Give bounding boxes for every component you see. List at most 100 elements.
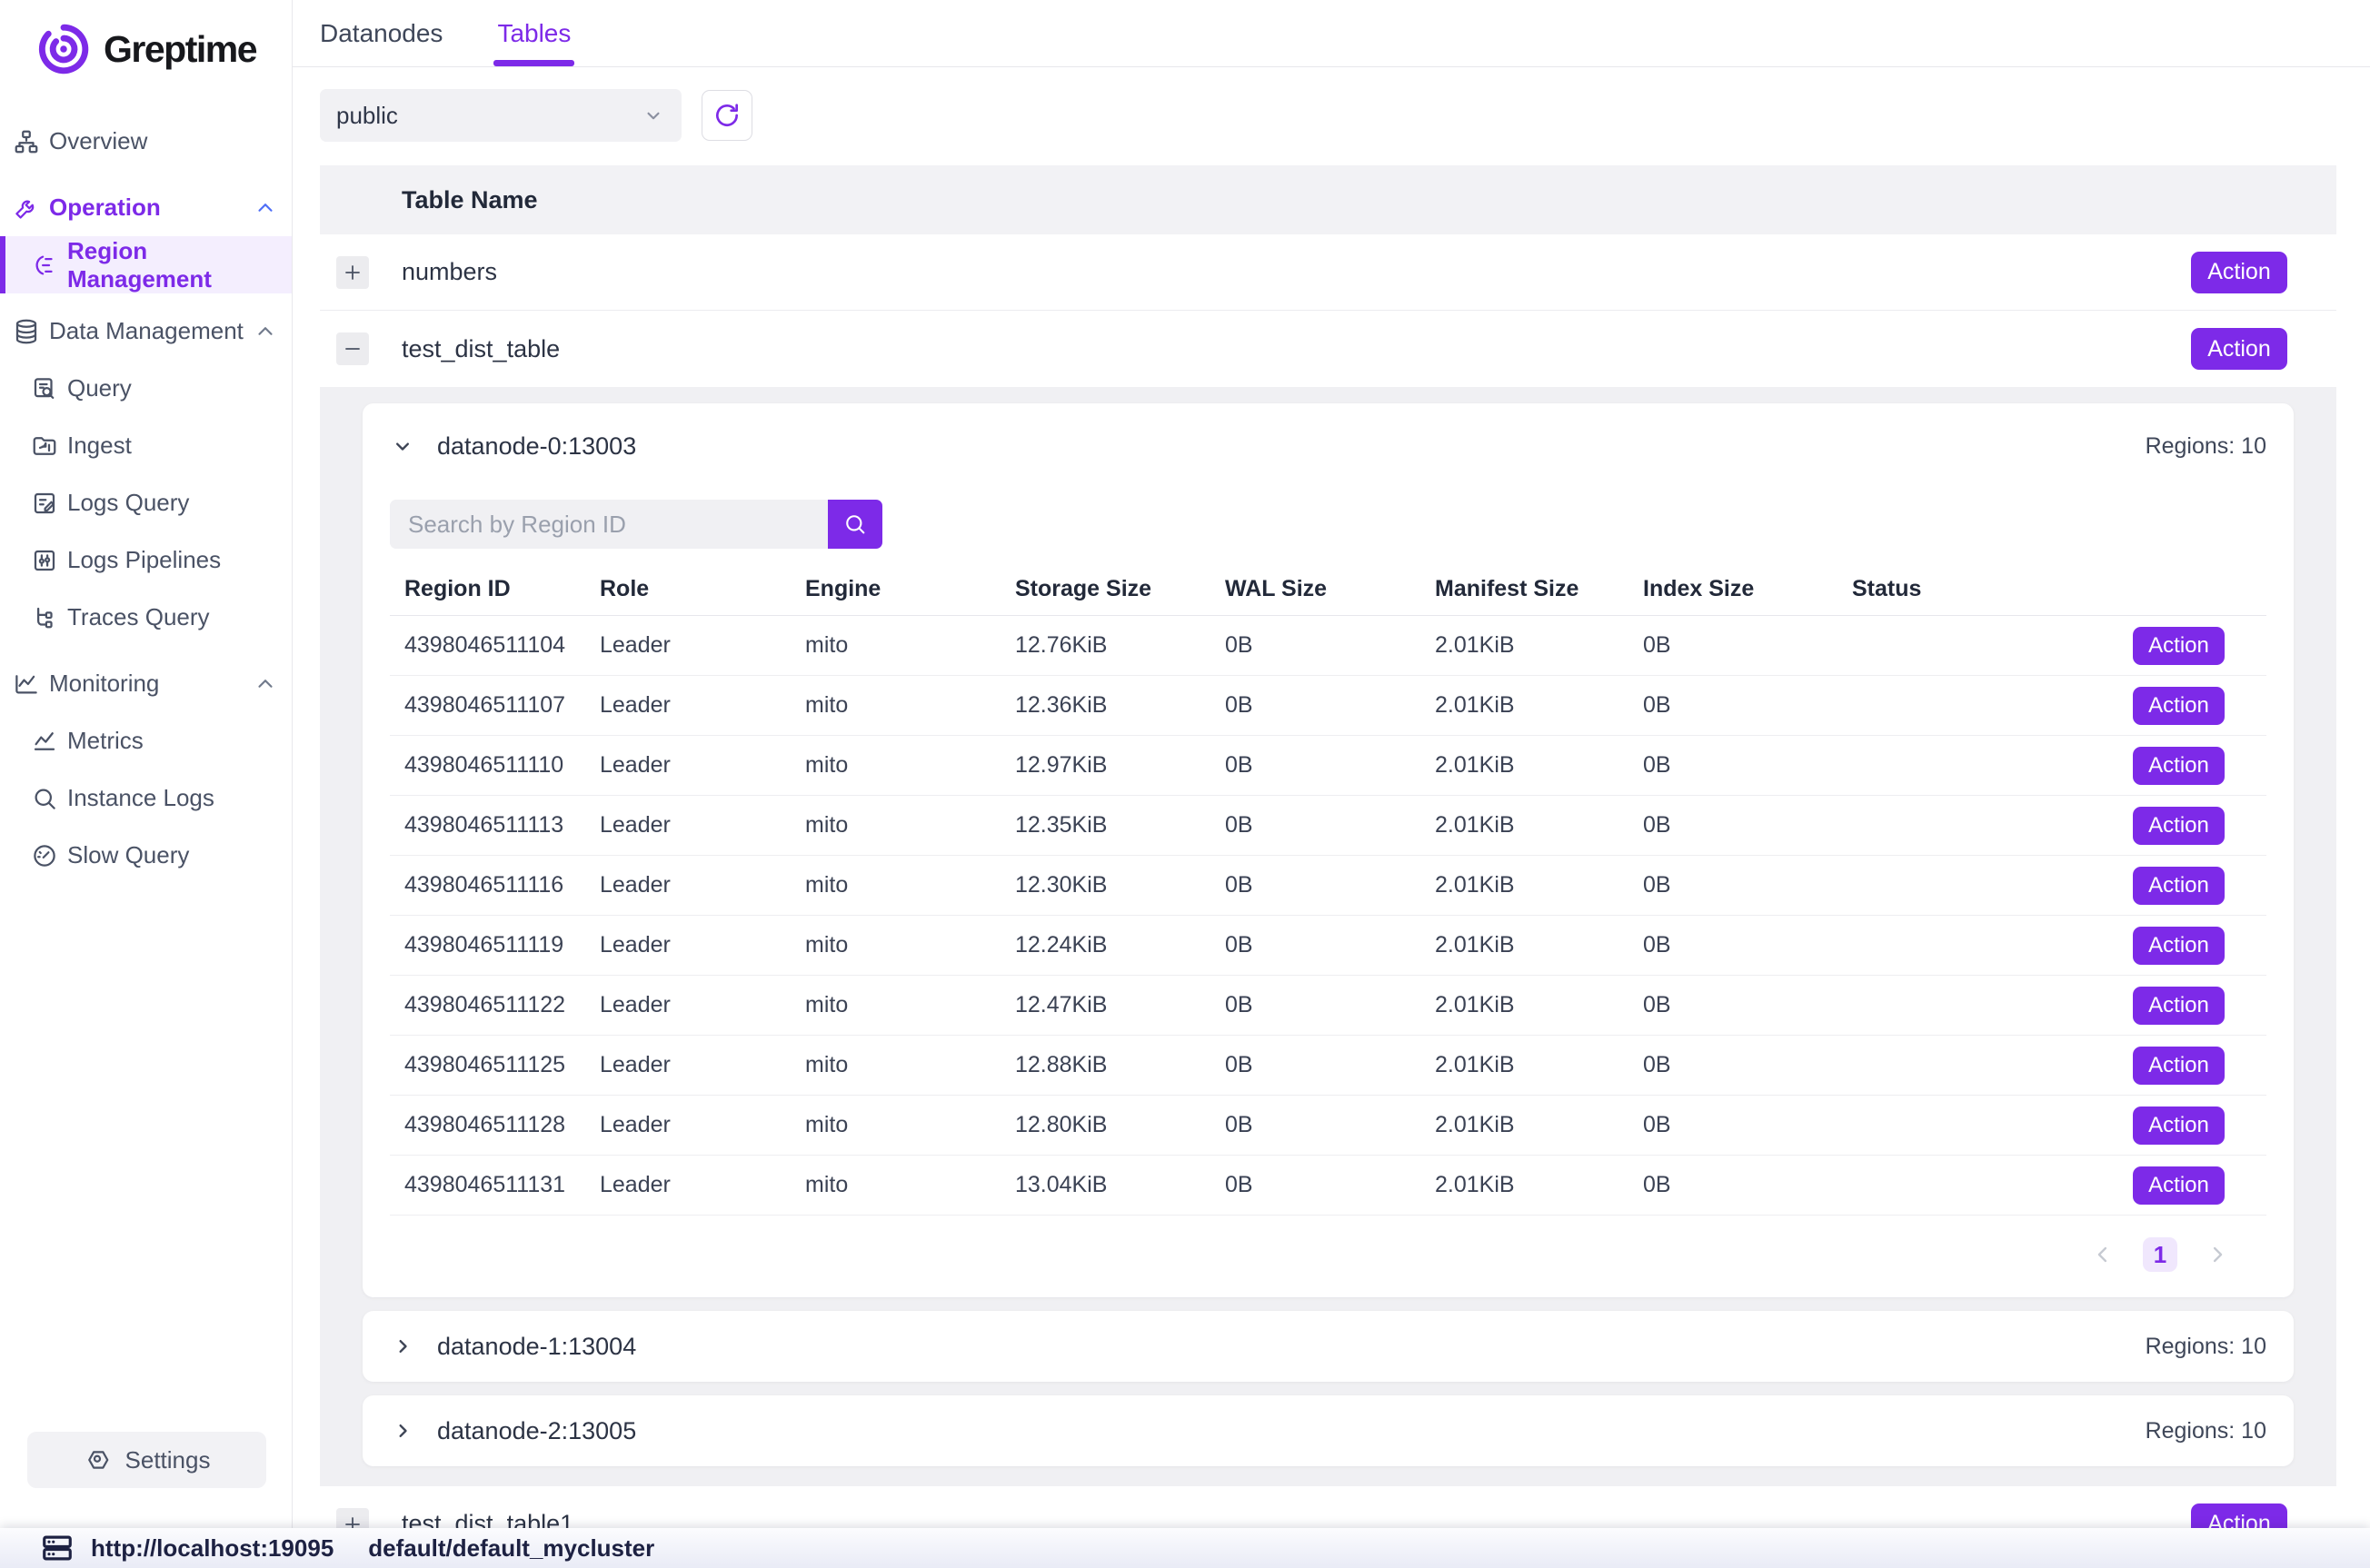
- datanode-title: datanode-2:13005: [437, 1417, 636, 1445]
- sidebar-item-label: Overview: [49, 127, 147, 155]
- index-size-cell: 0B: [1643, 752, 1852, 779]
- datanode-card: datanode-0:13003 Regions: 10: [363, 403, 2294, 1297]
- region-id-cell: 4398046511125: [390, 1052, 600, 1078]
- wal-size-cell: 0B: [1225, 692, 1435, 719]
- region-table-row: 4398046511119 Leader mito 12.24KiB 0B 2.…: [390, 916, 2266, 976]
- region-action-button[interactable]: Action: [2133, 867, 2225, 905]
- tab-tables[interactable]: Tables: [497, 0, 571, 66]
- region-action-button[interactable]: Action: [2133, 687, 2225, 725]
- sidebar-item-slow-query[interactable]: Slow Query: [0, 827, 292, 884]
- engine-cell: mito: [805, 1052, 1015, 1078]
- region-search-button[interactable]: [828, 500, 882, 549]
- region-action-button[interactable]: Action: [2133, 927, 2225, 965]
- main-content: Datanodes Tables public Table Name: [293, 0, 2370, 1568]
- engine-cell: mito: [805, 752, 1015, 779]
- region-action-button[interactable]: Action: [2133, 807, 2225, 845]
- sidebar-item-label: Logs Pipelines: [67, 546, 221, 574]
- storage-size-cell: 12.88KiB: [1015, 1052, 1225, 1078]
- region-action-button[interactable]: Action: [2133, 627, 2225, 665]
- greptime-logo-icon: [36, 22, 91, 76]
- table-action-button[interactable]: Action: [2191, 328, 2287, 370]
- sidebar-item-ingest[interactable]: Ingest: [0, 417, 292, 474]
- manifest-size-cell: 2.01KiB: [1435, 872, 1643, 898]
- region-search: [390, 500, 882, 549]
- refresh-icon: [712, 101, 742, 130]
- sidebar-item-query[interactable]: Query: [0, 360, 292, 417]
- region-table-row: 4398046511116 Leader mito 12.30KiB 0B 2.…: [390, 856, 2266, 916]
- wal-size-cell: 0B: [1225, 752, 1435, 779]
- next-page-icon[interactable]: [2205, 1242, 2230, 1267]
- prev-page-icon[interactable]: [2090, 1242, 2116, 1267]
- role-cell: Leader: [600, 932, 805, 958]
- region-table-row: 4398046511104 Leader mito 12.76KiB 0B 2.…: [390, 616, 2266, 676]
- storage-size-cell: 12.47KiB: [1015, 992, 1225, 1018]
- table-action-button[interactable]: Action: [2191, 252, 2287, 293]
- datanode-2-header[interactable]: datanode-2:13005 Regions: 10: [363, 1395, 2294, 1466]
- chevron-right-icon: [390, 1334, 415, 1359]
- sidebar-item-data-management[interactable]: Data Management: [0, 303, 292, 360]
- region-id-cell: 4398046511128: [390, 1112, 600, 1138]
- tab-datanodes[interactable]: Datanodes: [320, 0, 443, 66]
- region-action-button[interactable]: Action: [2133, 1047, 2225, 1085]
- engine-cell: mito: [805, 1172, 1015, 1198]
- engine-cell: mito: [805, 932, 1015, 958]
- sidebar-item-operation[interactable]: Operation: [0, 179, 292, 236]
- current-page[interactable]: 1: [2143, 1237, 2177, 1272]
- sidebar-item-label: Operation: [49, 194, 161, 222]
- refresh-button[interactable]: [702, 90, 752, 141]
- region-id-cell: 4398046511119: [390, 932, 600, 958]
- wal-size-cell: 0B: [1225, 1172, 1435, 1198]
- expand-button[interactable]: [336, 256, 369, 289]
- region-table-row: 4398046511128 Leader mito 12.80KiB 0B 2.…: [390, 1096, 2266, 1156]
- wal-size-cell: 0B: [1225, 932, 1435, 958]
- sidebar-nav: Overview Operation Region Management: [0, 113, 292, 1432]
- sidebar-item-monitoring[interactable]: Monitoring: [0, 655, 292, 712]
- document-search-icon: [30, 374, 59, 403]
- chevron-right-icon: [390, 1418, 415, 1444]
- gear-icon: [84, 1446, 111, 1474]
- storage-size-cell: 13.04KiB: [1015, 1172, 1225, 1198]
- sidebar-item-overview[interactable]: Overview: [0, 113, 292, 170]
- datanode-1-header[interactable]: datanode-1:13004 Regions: 10: [363, 1311, 2294, 1382]
- wal-size-cell: 0B: [1225, 992, 1435, 1018]
- sidebar-item-metrics[interactable]: Metrics: [0, 712, 292, 769]
- sidebar-item-label: Query: [67, 374, 132, 402]
- minus-icon: [342, 338, 363, 360]
- role-cell: Leader: [600, 692, 805, 719]
- manifest-size-cell: 2.01KiB: [1435, 992, 1643, 1018]
- region-action-button[interactable]: Action: [2133, 747, 2225, 785]
- datanode-0-header[interactable]: datanode-0:13003 Regions: 10: [363, 403, 2294, 480]
- metrics-chart-icon: [30, 727, 59, 756]
- index-size-cell: 0B: [1643, 872, 1852, 898]
- region-table-body: 4398046511104 Leader mito 12.76KiB 0B 2.…: [390, 616, 2266, 1216]
- region-search-input[interactable]: [390, 500, 828, 549]
- sidebar-item-traces-query[interactable]: Traces Query: [0, 589, 292, 646]
- datanode-title: datanode-1:13004: [437, 1333, 636, 1361]
- server-icon: [40, 1531, 75, 1565]
- sidebar-item-instance-logs[interactable]: Instance Logs: [0, 769, 292, 827]
- index-size-cell: 0B: [1643, 1052, 1852, 1078]
- cluster-name: default/default_mycluster: [368, 1534, 654, 1563]
- trace-tree-icon: [30, 603, 59, 632]
- region-action-button[interactable]: Action: [2133, 987, 2225, 1025]
- datanode-card: datanode-2:13005 Regions: 10: [363, 1395, 2294, 1466]
- sidebar-item-logs-query[interactable]: Logs Query: [0, 474, 292, 531]
- tables-panel: Table Name numbers Action test_dist_tabl…: [320, 165, 2336, 1563]
- storage-size-cell: 12.80KiB: [1015, 1112, 1225, 1138]
- region-action-cell: Action: [2130, 1166, 2266, 1205]
- sidebar: Greptime Overview Operation: [0, 0, 293, 1568]
- tab-label: Tables: [497, 19, 571, 48]
- collapse-button[interactable]: [336, 332, 369, 365]
- region-table-row: 4398046511131 Leader mito 13.04KiB 0B 2.…: [390, 1156, 2266, 1216]
- region-action-cell: Action: [2130, 987, 2266, 1025]
- sidebar-item-region-management[interactable]: Region Management: [0, 236, 292, 293]
- region-action-button[interactable]: Action: [2133, 1107, 2225, 1145]
- settings-button[interactable]: Settings: [27, 1432, 266, 1488]
- sidebar-item-logs-pipelines[interactable]: Logs Pipelines: [0, 531, 292, 589]
- storage-size-cell: 12.76KiB: [1015, 632, 1225, 659]
- engine-cell: mito: [805, 692, 1015, 719]
- region-action-button[interactable]: Action: [2133, 1166, 2225, 1205]
- schema-select[interactable]: public: [320, 89, 682, 142]
- role-cell: Leader: [600, 752, 805, 779]
- wal-size-cell: 0B: [1225, 1112, 1435, 1138]
